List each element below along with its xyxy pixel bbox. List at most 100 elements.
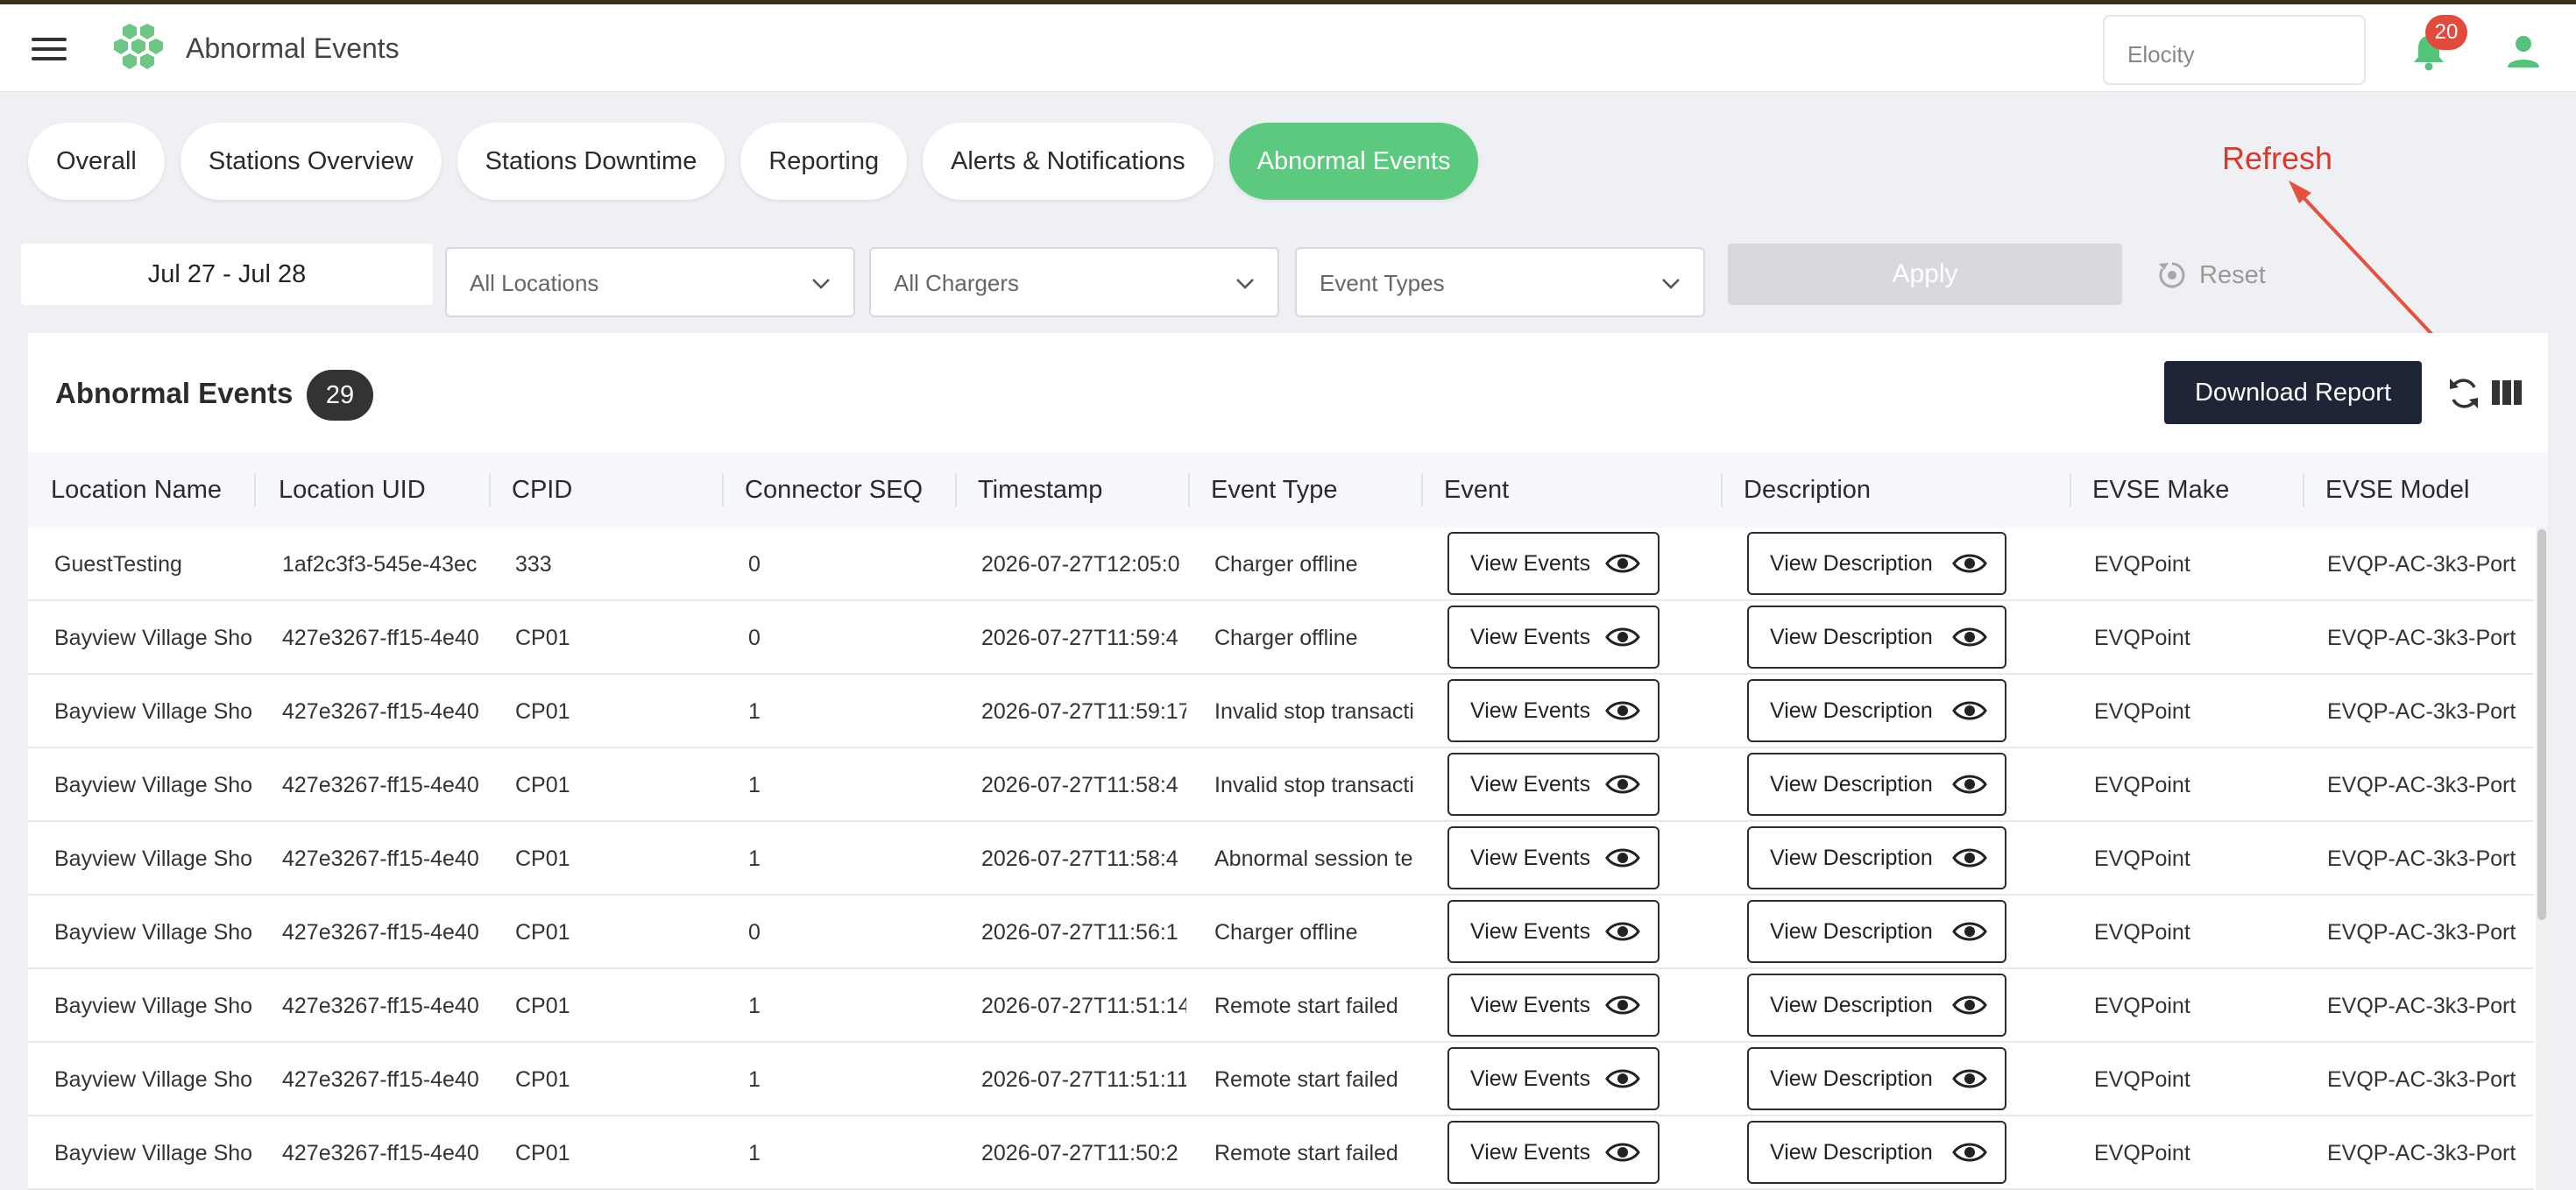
reset-icon (2159, 262, 2185, 288)
table-row: Bayview Village Sho 427e3267-ff15-4e40 CP0… (28, 822, 2534, 896)
tab-overall[interactable]: Overall (28, 123, 165, 200)
eye-icon (1605, 995, 1640, 1015)
view-description-button[interactable]: View Description (1747, 974, 2006, 1037)
view-description-button[interactable]: View Description (1747, 532, 2006, 595)
column-divider (722, 473, 724, 506)
cell-location-uid: 427e3267-ff15-4e40 (282, 1067, 479, 1092)
download-report-button[interactable]: Download Report (2164, 361, 2422, 424)
column-header-evse-make[interactable]: EVSE Make (2092, 452, 2294, 528)
view-description-button[interactable]: View Description (1747, 826, 2006, 889)
view-description-button[interactable]: View Description (1747, 606, 2006, 669)
cell-location-name: GuestTesting (54, 552, 182, 577)
eye-icon (1605, 922, 1640, 941)
tab-abnormal-events[interactable]: Abnormal Events (1228, 123, 1479, 200)
view-description-label: View Description (1770, 1140, 1933, 1165)
eye-icon (1605, 701, 1640, 720)
cell-event-type: Invalid stop transacti (1214, 773, 1414, 797)
cell-connector-seq: 1 (748, 994, 761, 1018)
view-events-button[interactable]: View Events (1447, 826, 1660, 889)
view-events-label: View Events (1470, 846, 1591, 870)
view-events-button[interactable]: View Events (1447, 900, 1660, 963)
view-events-button[interactable]: View Events (1447, 606, 1660, 669)
eye-icon (1952, 922, 1987, 941)
view-description-button[interactable]: View Description (1747, 900, 2006, 963)
column-header-location-name[interactable]: Location Name (51, 452, 270, 528)
event-types-dropdown[interactable]: Event Types (1295, 247, 1705, 317)
view-events-button[interactable]: View Events (1447, 1121, 1660, 1184)
column-divider (489, 473, 491, 506)
table-row: Bayview Village Sho 427e3267-ff15-4e40 CP0… (28, 601, 2534, 675)
table-row: Bayview Village Sho 427e3267-ff15-4e40 CP0… (28, 675, 2534, 748)
cell-connector-seq: 0 (748, 626, 761, 650)
tab-stations-overview[interactable]: Stations Overview (180, 123, 442, 200)
view-description-button[interactable]: View Description (1747, 679, 2006, 742)
eye-icon (1605, 554, 1640, 573)
cell-evse-model: EVQP-AC-3k3-Port (2327, 994, 2516, 1018)
column-header-evse-model[interactable]: EVSE Model (2325, 452, 2536, 528)
column-header-event[interactable]: Event (1444, 452, 1707, 528)
cell-evse-model: EVQP-AC-3k3-Port (2327, 699, 2516, 724)
locations-dropdown[interactable]: All Locations (445, 247, 855, 317)
column-header-connector-seq[interactable]: Connector SEQ (745, 452, 955, 528)
cell-evse-make: EVQPoint (2094, 920, 2190, 945)
cell-event-type: Charger offline (1214, 920, 1358, 945)
cell-location-name: Bayview Village Sho (54, 699, 253, 724)
cell-cpid: CP01 (515, 626, 570, 650)
tab-stations-downtime[interactable]: Stations Downtime (456, 123, 725, 200)
view-events-button[interactable]: View Events (1447, 753, 1660, 816)
column-header-event-type[interactable]: Event Type (1211, 452, 1421, 528)
apply-button[interactable]: Apply (1728, 244, 2122, 305)
view-description-label: View Description (1770, 625, 1933, 649)
eye-icon (1605, 1143, 1640, 1162)
cell-location-uid: 1af2c3f3-545e-43ec (282, 552, 478, 577)
view-events-button[interactable]: View Events (1447, 679, 1660, 742)
view-events-button[interactable]: View Events (1447, 1047, 1660, 1110)
cell-evse-model: EVQP-AC-3k3-Port (2327, 846, 2516, 871)
column-header-cpid[interactable]: CPID (512, 452, 713, 528)
cell-connector-seq: 0 (748, 920, 761, 945)
cell-evse-make: EVQPoint (2094, 994, 2190, 1018)
column-header-description[interactable]: Description (1744, 452, 2050, 528)
reset-button[interactable]: Reset (2155, 256, 2266, 294)
cell-location-uid: 427e3267-ff15-4e40 (282, 994, 479, 1018)
eye-icon (1952, 775, 1987, 794)
column-header-timestamp[interactable]: Timestamp (978, 452, 1188, 528)
refresh-icon[interactable] (2446, 375, 2481, 412)
view-description-button[interactable]: View Description (1747, 753, 2006, 816)
organization-select[interactable]: Elocity (2103, 15, 2366, 85)
scrollbar-thumb[interactable] (2537, 529, 2546, 920)
column-header-location-uid[interactable]: Location UID (279, 452, 489, 528)
cell-event-type: Charger offline (1214, 626, 1358, 650)
date-range-picker[interactable]: Jul 27 - Jul 28 (21, 244, 433, 305)
columns-icon[interactable] (2492, 380, 2522, 405)
view-events-button[interactable]: View Events (1447, 532, 1660, 595)
cell-cpid: 333 (515, 552, 552, 577)
table-body: Bayview Village Sho 427e3267-ff15-4e40 CP0… (28, 528, 2548, 1190)
view-events-label: View Events (1470, 698, 1591, 723)
tab-reporting[interactable]: Reporting (740, 123, 908, 200)
cell-timestamp: 2026-07-27T11:51:14 (981, 994, 1186, 1018)
table-row: Bayview Village Sho 427e3267-ff15-4e40 CP0… (28, 1043, 2534, 1116)
column-divider (1188, 473, 1190, 506)
chargers-dropdown[interactable]: All Chargers (869, 247, 1279, 317)
user-icon[interactable] (2506, 34, 2541, 69)
eye-icon (1952, 701, 1987, 720)
tab-alerts-notifications[interactable]: Alerts & Notifications (923, 123, 1214, 200)
cell-event-type: Remote start failed (1214, 1067, 1398, 1092)
event-types-dropdown-value: Event Types (1320, 270, 1445, 296)
view-events-label: View Events (1470, 551, 1591, 576)
view-description-label: View Description (1770, 698, 1933, 723)
cell-evse-make: EVQPoint (2094, 552, 2190, 577)
eye-icon (1952, 1069, 1987, 1088)
view-description-button[interactable]: View Description (1747, 1047, 2006, 1110)
cell-evse-make: EVQPoint (2094, 626, 2190, 650)
view-events-button[interactable]: View Events (1447, 974, 1660, 1037)
cell-cpid: CP01 (515, 699, 570, 724)
eye-icon (1605, 1069, 1640, 1088)
cell-location-uid: 427e3267-ff15-4e40 (282, 699, 479, 724)
hamburger-icon[interactable] (32, 38, 67, 64)
view-description-button[interactable]: View Description (1747, 1121, 2006, 1184)
refresh-annotation-label: Refresh (2222, 140, 2333, 176)
cell-evse-model: EVQP-AC-3k3-Port (2327, 773, 2516, 797)
cell-cpid: CP01 (515, 773, 570, 797)
